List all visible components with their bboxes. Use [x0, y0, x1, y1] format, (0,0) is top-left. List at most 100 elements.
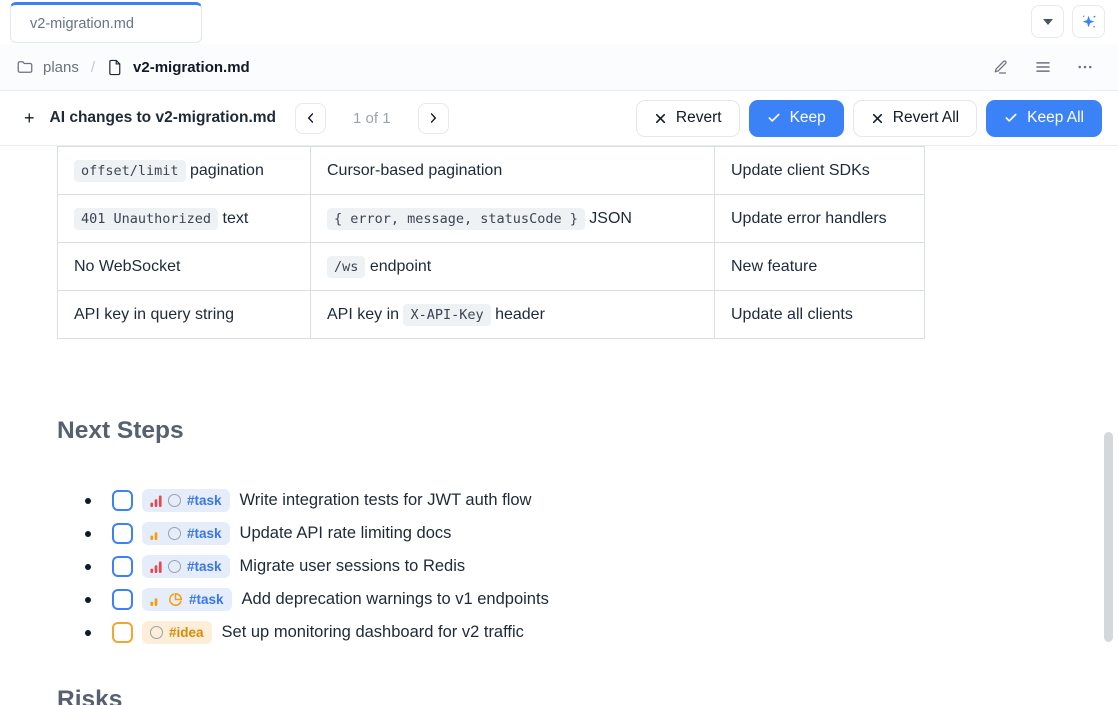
- progress-pie-icon: [168, 592, 183, 607]
- table-cell: 401 Unauthorized text: [58, 195, 311, 243]
- table-row: 401 Unauthorized text{ error, message, s…: [58, 195, 925, 243]
- menu-icon[interactable]: [1034, 58, 1052, 76]
- breadcrumb: plans / v2-migration.md: [16, 58, 250, 76]
- table-cell: Update all clients: [715, 291, 925, 339]
- table-cell: /ws endpoint: [311, 243, 715, 291]
- cell-text: Cursor-based pagination: [327, 162, 502, 179]
- inline-code: { error, message, statusCode }: [327, 208, 585, 230]
- edit-mode-icon[interactable]: [992, 58, 1010, 76]
- inline-code: /ws: [327, 256, 365, 278]
- tag-label[interactable]: #task: [187, 559, 222, 574]
- cell-text: text: [218, 210, 248, 227]
- cell-text: Update error handlers: [731, 210, 887, 227]
- table-cell: API key in X-API-Key header: [311, 291, 715, 339]
- list-bullet: [85, 564, 91, 570]
- heading-risks: Risks: [57, 685, 1118, 705]
- checklist: #task Write integration tests for JWT aut…: [57, 484, 1118, 649]
- priority-bars-icon: [150, 527, 162, 541]
- keep-all-button[interactable]: Keep All: [986, 100, 1102, 137]
- table-row: offset/limit pagination Cursor-based pagi…: [58, 147, 925, 195]
- tag-pill: #idea: [142, 621, 212, 644]
- table-row: API key in query stringAPI key in X-API-…: [58, 291, 925, 339]
- table-cell: Cursor-based pagination: [311, 147, 715, 195]
- ai-new-tab-button[interactable]: [1072, 5, 1105, 38]
- checklist-item-text: Migrate user sessions to Redis: [240, 557, 466, 576]
- tag-label[interactable]: #task: [187, 493, 222, 508]
- checklist-item: #idea Set up monitoring dashboard for v2 …: [57, 616, 1118, 649]
- checklist-item-text: Add deprecation warnings to v1 endpoints: [242, 590, 549, 609]
- list-bullet: [85, 531, 91, 537]
- ai-changes-bar: + AI changes to v2-migration.md 1 of 1 R…: [0, 91, 1118, 146]
- next-change-button[interactable]: [418, 103, 449, 134]
- inline-code: X-API-Key: [403, 304, 490, 326]
- status-circle-icon: [168, 527, 181, 540]
- priority-bars-icon: [150, 593, 162, 607]
- priority-bars-icon: [150, 494, 162, 508]
- tag-label[interactable]: #idea: [169, 625, 204, 640]
- tag-pill: #task: [142, 588, 232, 611]
- table-cell: Update error handlers: [715, 195, 925, 243]
- priority-bars-icon: [150, 560, 162, 574]
- cell-text: No WebSocket: [74, 258, 180, 275]
- breadcrumb-row: plans / v2-migration.md: [0, 44, 1118, 91]
- list-bullet: [85, 597, 91, 603]
- list-bullet: [85, 630, 91, 636]
- tag-pill: #task: [142, 489, 230, 512]
- ai-changes-title: AI changes to v2-migration.md: [50, 109, 277, 127]
- chevron-right-icon: [426, 111, 440, 125]
- cell-text: JSON: [585, 210, 632, 227]
- keep-label: Keep: [790, 109, 826, 127]
- revert-all-label: Revert All: [893, 109, 959, 127]
- breadcrumb-folder[interactable]: plans: [43, 59, 79, 76]
- cell-text: endpoint: [365, 258, 431, 275]
- cell-text: API key in: [327, 306, 403, 323]
- table-cell: No WebSocket: [58, 243, 311, 291]
- ai-sparkle-icon: [1079, 12, 1099, 32]
- cell-text: header: [491, 306, 545, 323]
- status-circle-icon: [168, 494, 181, 507]
- checklist-item: #task Migrate user sessions to Redis: [57, 550, 1118, 583]
- task-checkbox[interactable]: [112, 523, 133, 544]
- table-cell: offset/limit pagination: [58, 147, 311, 195]
- inline-code: 401 Unauthorized: [74, 208, 218, 230]
- checklist-item-text: Update API rate limiting docs: [240, 524, 452, 543]
- note-content: offset/limit pagination Cursor-based pagi…: [0, 146, 1118, 705]
- keep-button[interactable]: Keep: [749, 100, 844, 137]
- tab-bar-actions: [1031, 5, 1105, 38]
- status-circle-icon: [168, 560, 181, 573]
- more-options-icon[interactable]: [1076, 58, 1094, 76]
- chevron-left-icon: [304, 111, 318, 125]
- table-cell: Update client SDKs: [715, 147, 925, 195]
- status-circle-icon: [150, 626, 163, 639]
- checklist-item-text: Write integration tests for JWT auth flo…: [240, 491, 532, 510]
- table-cell: New feature: [715, 243, 925, 291]
- breadcrumb-filename: v2-migration.md: [133, 59, 250, 76]
- keep-all-label: Keep All: [1027, 109, 1084, 127]
- heading-next-steps: Next Steps: [57, 416, 1118, 446]
- cell-text: Update client SDKs: [731, 162, 870, 179]
- revert-button[interactable]: Revert: [636, 100, 740, 137]
- tab-v2-migration[interactable]: v2-migration.md: [10, 2, 202, 43]
- checklist-item-text: Set up monitoring dashboard for v2 traff…: [222, 623, 524, 642]
- tab-list-dropdown-button[interactable]: [1031, 5, 1064, 38]
- check-icon: [767, 111, 781, 125]
- tag-label[interactable]: #task: [189, 592, 224, 607]
- migration-table: offset/limit pagination Cursor-based pagi…: [57, 146, 925, 339]
- migration-table-body: offset/limit pagination Cursor-based pagi…: [58, 147, 925, 339]
- task-checkbox[interactable]: [112, 622, 133, 643]
- previous-change-button[interactable]: [295, 103, 326, 134]
- task-checkbox[interactable]: [112, 589, 133, 610]
- plus-icon: +: [24, 108, 35, 129]
- checklist-item: #task Update API rate limiting docs: [57, 517, 1118, 550]
- tag-label[interactable]: #task: [187, 526, 222, 541]
- scrollbar-thumb[interactable]: [1104, 432, 1113, 642]
- inline-code: offset/limit: [74, 160, 186, 182]
- table-cell: { error, message, statusCode } JSON: [311, 195, 715, 243]
- revert-all-button[interactable]: Revert All: [853, 100, 977, 137]
- task-checkbox[interactable]: [112, 556, 133, 577]
- task-checkbox[interactable]: [112, 490, 133, 511]
- check-icon: [1004, 111, 1018, 125]
- breadcrumb-separator: /: [91, 59, 95, 76]
- tag-pill: #task: [142, 555, 230, 578]
- cell-text: Update all clients: [731, 306, 853, 323]
